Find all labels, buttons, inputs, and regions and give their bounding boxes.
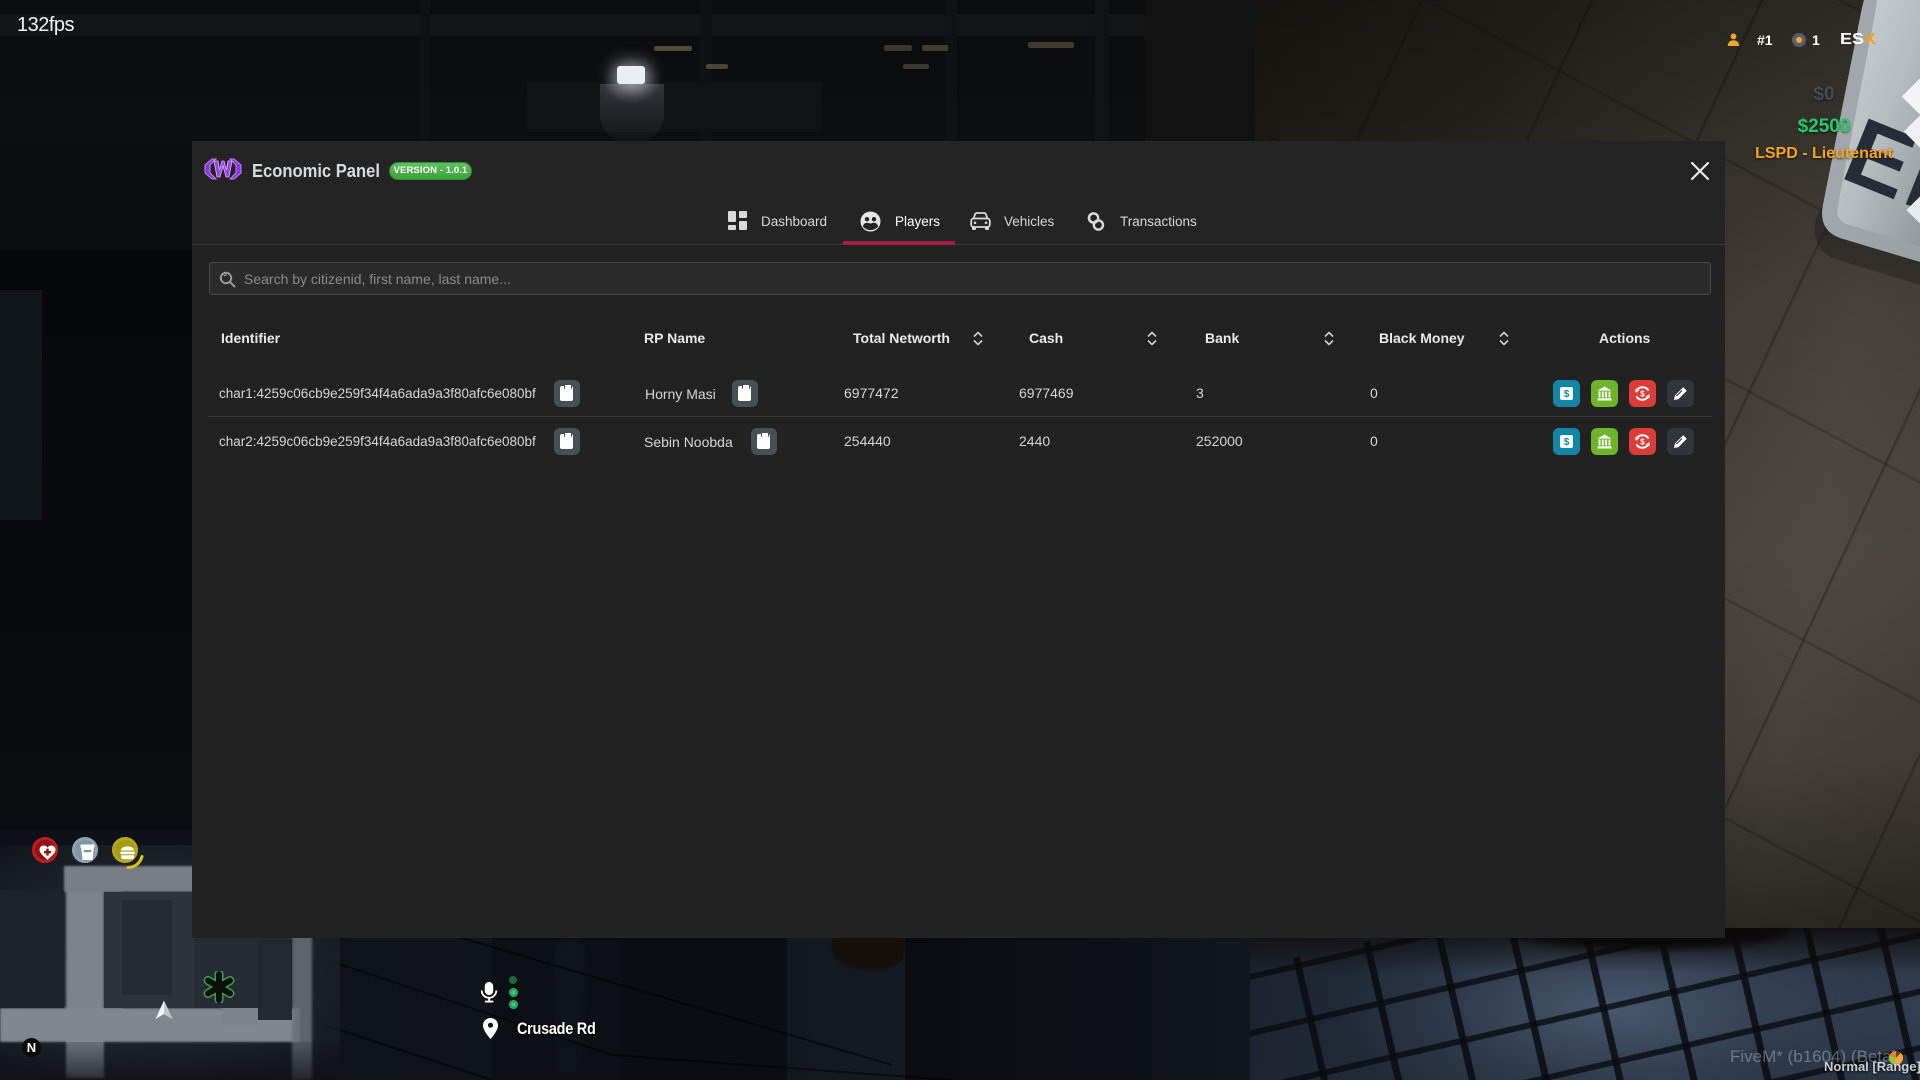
svg-text:$: $ [1564,437,1570,448]
svg-text:$: $ [1640,390,1645,399]
svg-text:$: $ [1640,438,1645,447]
svg-text:$: $ [1564,389,1570,400]
